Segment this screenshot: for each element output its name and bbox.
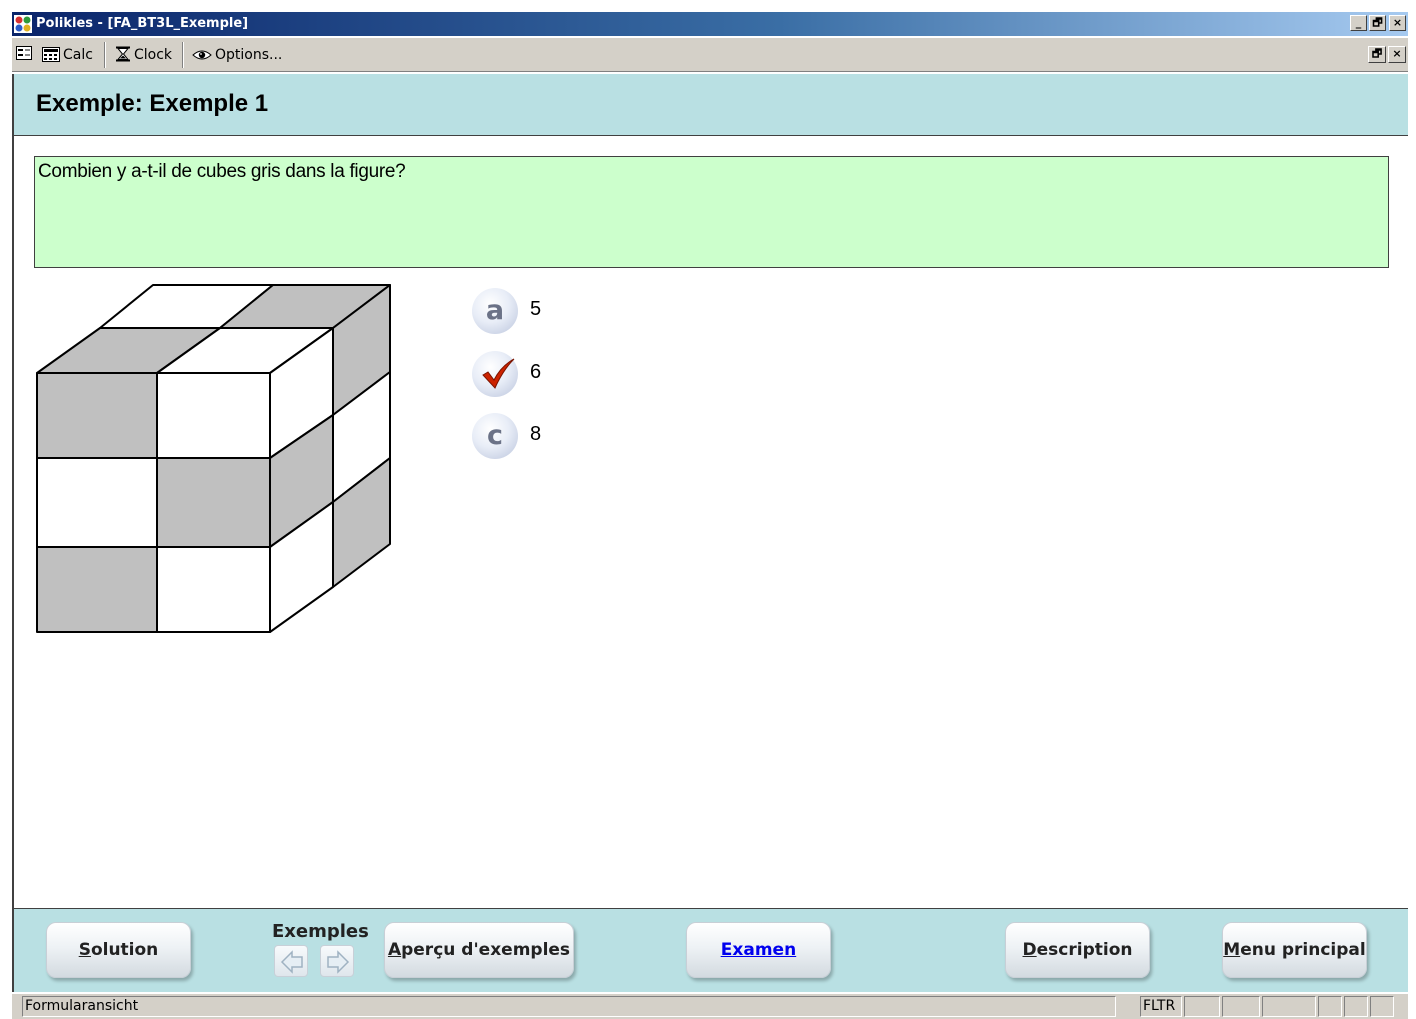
answer-option-a[interactable]: a 5	[472, 288, 592, 334]
options-label: Options...	[215, 47, 283, 63]
front-cell	[36, 546, 158, 633]
toolbar-separator	[104, 42, 106, 68]
status-panel	[1184, 996, 1220, 1017]
examen-label: Examen	[720, 940, 797, 960]
question-box: Combien y a-t-il de cubes gris dans la f…	[34, 156, 1389, 268]
menu-principal-label: Menu principal	[1223, 940, 1366, 960]
status-panel	[1344, 996, 1368, 1017]
status-panel	[1370, 996, 1394, 1017]
filter-indicator: FLTR	[1140, 996, 1182, 1017]
answer-option-b[interactable]: 6	[472, 351, 592, 397]
app-icon	[14, 15, 32, 33]
cube-figure	[36, 284, 391, 633]
options-menu-item[interactable]: Options...	[192, 46, 282, 66]
exemples-label: Exemples	[272, 921, 369, 942]
checkmark-icon	[482, 358, 515, 389]
restore-button[interactable]: 🗗	[1369, 15, 1386, 31]
form-icon[interactable]	[16, 46, 32, 66]
window-title: Polikles - [FA_BT3L_Exemple]	[36, 16, 249, 31]
next-example-button[interactable]	[320, 945, 354, 977]
front-cell	[156, 457, 271, 548]
solution-button[interactable]: Solution	[46, 922, 191, 978]
status-panel	[1262, 996, 1316, 1017]
question-text: Combien y a-t-il de cubes gris dans la f…	[38, 161, 406, 182]
arrow-right-icon	[327, 950, 350, 974]
minimize-button[interactable]: _	[1350, 15, 1367, 31]
option-b-value: 6	[530, 361, 542, 383]
front-cell	[36, 457, 158, 548]
option-c-value: 8	[530, 423, 542, 445]
option-a-value: 5	[530, 298, 542, 320]
form-view: Exemple: Exemple 1 Combien y a-t-il de c…	[12, 74, 1408, 992]
status-text: Formularansicht	[22, 996, 1116, 1017]
arrow-left-icon	[280, 950, 303, 974]
front-cell	[36, 372, 158, 459]
status-panel	[1222, 996, 1260, 1017]
examen-button[interactable]: Examen	[686, 922, 831, 978]
status-bar: Formularansicht FLTR	[12, 994, 1408, 1019]
description-label: Description	[1022, 940, 1133, 960]
calc-label: Calc	[63, 47, 93, 63]
front-cell	[156, 546, 271, 633]
close-button[interactable]: ×	[1389, 15, 1406, 31]
mdi-close-button[interactable]: ×	[1388, 46, 1406, 63]
hourglass-icon	[116, 46, 130, 62]
window-title-bar[interactable]: Polikles - [FA_BT3L_Exemple] _ 🗗 ×	[12, 12, 1408, 36]
previous-example-button[interactable]	[274, 945, 308, 977]
option-a-icon: a	[485, 295, 505, 326]
toolbar: Calc Clock Options... 🗗 ×	[12, 38, 1408, 72]
front-cell	[156, 372, 271, 459]
description-button[interactable]: Description	[1005, 922, 1150, 978]
calc-menu-item[interactable]: Calc	[42, 46, 93, 66]
eye-icon	[192, 50, 212, 60]
solution-label: Solution	[78, 940, 159, 960]
status-panel	[1318, 996, 1342, 1017]
mdi-restore-button[interactable]: 🗗	[1368, 46, 1386, 63]
footer-bar: Solution Exemples Aperçu d'exemples Exam…	[14, 908, 1408, 992]
apercu-exemples-button[interactable]: Aperçu d'exemples	[384, 922, 574, 978]
clock-menu-item[interactable]: Clock	[115, 46, 172, 66]
apercu-label: Aperçu d'exemples	[387, 940, 571, 960]
calculator-icon	[42, 47, 60, 62]
clock-label: Clock	[134, 47, 173, 63]
header-band: Exemple: Exemple 1	[14, 74, 1408, 136]
toolbar-separator	[182, 42, 184, 68]
page-title: Exemple: Exemple 1	[36, 90, 269, 117]
option-c-icon: c	[486, 420, 503, 451]
menu-principal-button[interactable]: Menu principal	[1222, 922, 1367, 978]
answer-option-c[interactable]: c 8	[472, 413, 592, 459]
